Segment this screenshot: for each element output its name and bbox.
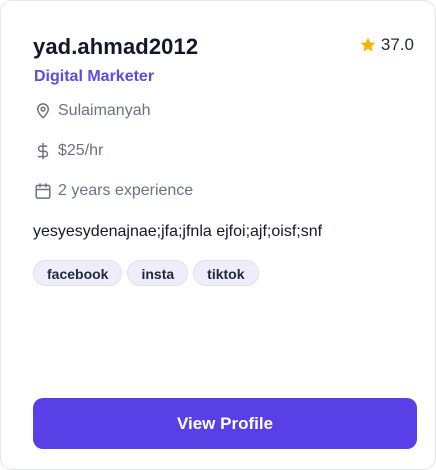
freelancer-card: yad.ahmad2012 37.0 Digital Marketer Sula…: [0, 0, 436, 470]
hourly-rate-text: $25/hr: [58, 142, 104, 159]
dollar-icon: [34, 142, 52, 160]
experience-row: 2 years experience: [34, 182, 193, 200]
tag-tiktok: tiktok: [193, 260, 259, 286]
skill-tags: facebook insta tiktok: [33, 260, 259, 286]
profile-description: yesyesydenajnae;jfa;jfnla ejfoi;ajf;oisf…: [33, 223, 323, 240]
experience-text: 2 years experience: [58, 182, 194, 199]
rating-value: 37.0: [380, 35, 414, 54]
username: yad.ahmad2012: [33, 34, 199, 59]
calendar-icon: [34, 182, 52, 200]
location-row: Sulaimanyah: [34, 102, 151, 120]
tag-insta: insta: [127, 260, 189, 286]
rating: 37.0: [359, 35, 414, 55]
view-profile-button[interactable]: View Profile: [33, 398, 417, 449]
hourly-rate-row: $25/hr: [34, 142, 103, 160]
map-pin-icon: [34, 102, 52, 120]
job-title: Digital Marketer: [34, 68, 155, 85]
star-icon: [359, 36, 377, 54]
tag-facebook: facebook: [33, 260, 123, 286]
location-text: Sulaimanyah: [58, 102, 151, 119]
